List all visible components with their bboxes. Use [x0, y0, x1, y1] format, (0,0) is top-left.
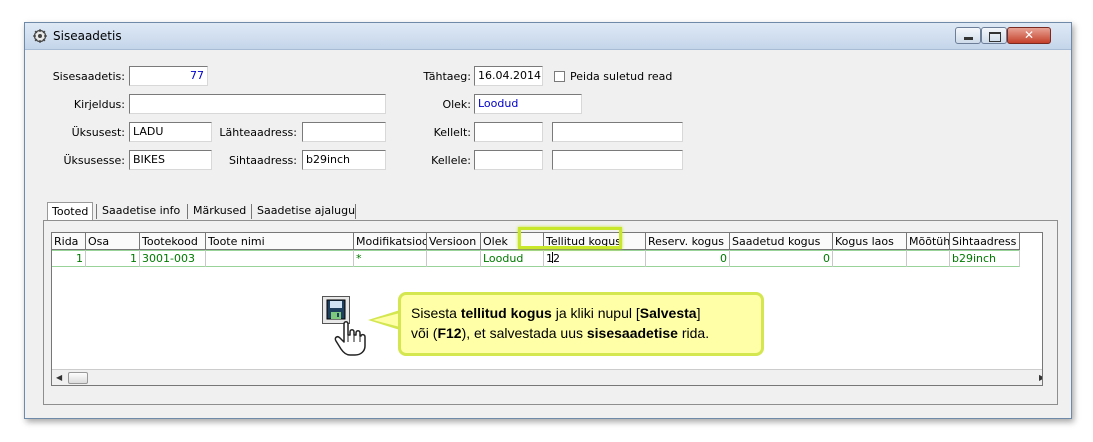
- cell-mootuhik[interactable]: [907, 250, 950, 267]
- col-header-osa[interactable]: Osa: [86, 233, 140, 250]
- tahtaeg-label: Tähtaeg:: [423, 70, 471, 83]
- close-button[interactable]: ✕: [1007, 27, 1051, 44]
- tahtaeg-field[interactable]: 16.04.2014: [474, 66, 543, 86]
- olek-field[interactable]: Loodud: [474, 94, 582, 114]
- col-header-tootekood[interactable]: Tootekood: [140, 233, 206, 250]
- tab-tooted[interactable]: Tooted: [47, 202, 93, 220]
- cell-toote-nimi[interactable]: [206, 250, 354, 267]
- uksusest-field[interactable]: LADU: [129, 122, 212, 142]
- kellele-label: Kellele:: [431, 154, 471, 167]
- kellele-code-field[interactable]: [474, 150, 543, 170]
- cell-rida[interactable]: 1: [52, 250, 86, 267]
- tab-saadetise-ajalugu[interactable]: Saadetise ajalugu: [253, 202, 359, 220]
- lahteaadress-field[interactable]: [302, 122, 386, 142]
- minimize-button[interactable]: [955, 27, 981, 44]
- col-header-reserv-kogus[interactable]: Reserv. kogus: [646, 233, 730, 250]
- scroll-right-icon[interactable]: ▶: [1039, 373, 1042, 382]
- col-header-versioon[interactable]: Versioon: [427, 233, 481, 250]
- col-header-modifikatsioon[interactable]: Modifikatsioon: [354, 233, 427, 250]
- close-icon: ✕: [1023, 28, 1035, 42]
- uksusesse-field[interactable]: BIKES: [129, 150, 212, 170]
- cell-sihtaadress[interactable]: b29inch: [950, 250, 1020, 267]
- kellele-name-field[interactable]: [552, 150, 683, 170]
- kellelt-label: Kellelt:: [433, 126, 471, 139]
- text-cursor: [552, 252, 553, 263]
- callout-line-1: Sisesta tellitud kogus ja kliki nupul [S…: [411, 305, 701, 321]
- callout-pointer-fill: [373, 313, 400, 327]
- col-header-rida[interactable]: Rida: [52, 233, 86, 250]
- scroll-left-icon[interactable]: ◀: [56, 373, 62, 382]
- sihtaadress-field[interactable]: b29inch: [302, 150, 386, 170]
- minimize-icon: [964, 37, 973, 40]
- cell-kogus-laos[interactable]: [833, 250, 907, 267]
- window-icon: [33, 29, 47, 43]
- lahteaadress-label: Lähteaadress:: [219, 126, 297, 139]
- tab-divider: [96, 204, 97, 219]
- title-bar[interactable]: Siseaadetis ✕: [25, 23, 1071, 50]
- maximize-button[interactable]: [981, 27, 1007, 44]
- col-header-toote-nimi[interactable]: Toote nimi: [206, 233, 354, 250]
- sisesaadetis-field[interactable]: 77: [129, 66, 208, 86]
- siseaadetis-window: Siseaadetis ✕ Sisesaadetis: 77 Kirjeldus…: [24, 22, 1072, 419]
- tellitud-kogus-highlight: [518, 227, 622, 249]
- cell-tootekood[interactable]: 3001-003: [140, 250, 206, 267]
- uksusest-label: Üksusest:: [71, 126, 125, 139]
- tab-divider: [251, 204, 252, 219]
- cell-reserv-kogus[interactable]: 0: [646, 250, 730, 267]
- horizontal-scroll-thumb[interactable]: [68, 372, 88, 384]
- col-header-sihtaadress[interactable]: Sihtaadress: [950, 233, 1020, 250]
- tellitud-kogus-input[interactable]: 12: [544, 250, 646, 267]
- col-header-saadetud-kogus[interactable]: Saadetud kogus: [730, 233, 833, 250]
- tab-markused[interactable]: Märkused: [189, 202, 250, 220]
- cell-saadetud-kogus[interactable]: 0: [730, 250, 833, 267]
- tab-saadetise-info[interactable]: Saadetise info: [98, 202, 184, 220]
- instruction-callout: Sisesta tellitud kogus ja kliki nupul [S…: [398, 292, 764, 356]
- sisesaadetis-label: Sisesaadetis:: [52, 70, 125, 83]
- tab-divider: [355, 204, 356, 219]
- olek-label: Olek:: [442, 98, 471, 111]
- peida-suletud-label: Peida suletud read: [570, 70, 673, 83]
- kirjeldus-field[interactable]: [129, 94, 386, 114]
- maximize-icon: [989, 32, 1001, 42]
- cell-versioon[interactable]: [427, 250, 481, 267]
- cell-osa[interactable]: 1: [86, 250, 140, 267]
- hand-pointer-icon: [334, 321, 366, 356]
- uksusesse-label: Üksusesse:: [63, 154, 125, 167]
- tab-divider: [187, 204, 188, 219]
- kellelt-name-field[interactable]: [552, 122, 683, 142]
- cell-olek[interactable]: Loodud: [481, 250, 544, 267]
- kellelt-code-field[interactable]: [474, 122, 543, 142]
- cell-modifikatsioon[interactable]: *: [354, 250, 427, 267]
- col-header-kogus-laos[interactable]: Kogus laos: [833, 233, 907, 250]
- kirjeldus-label: Kirjeldus:: [73, 98, 125, 111]
- horizontal-scrollbar[interactable]: ◀ ▶: [52, 369, 1042, 385]
- callout-line-2: või (F12), et salvestada uus sisesaadeti…: [411, 325, 710, 341]
- peida-suletud-checkbox[interactable]: [554, 71, 565, 82]
- sihtaadress-label: Sihtaadress:: [228, 154, 297, 167]
- col-header-mootuhik[interactable]: Mõõtühik: [907, 233, 950, 250]
- window-title: Siseaadetis: [53, 29, 122, 43]
